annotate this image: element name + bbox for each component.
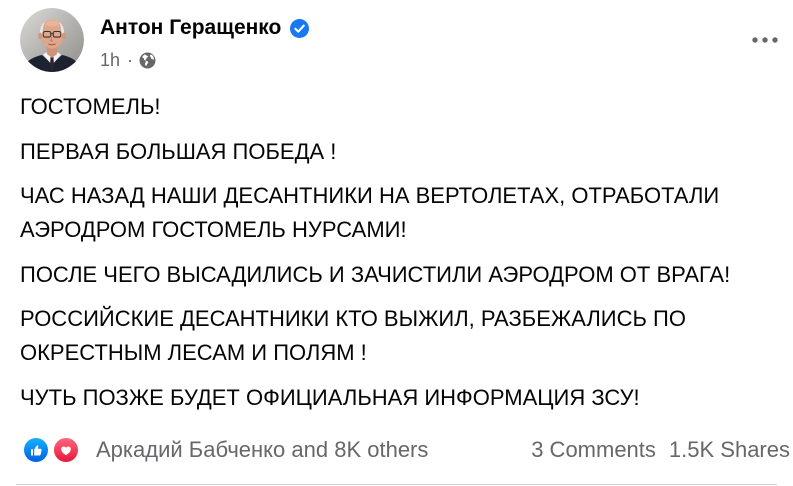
text-line: ПОСЛЕ ЧЕГО ВЫСАДИЛИСЬ И ЗАЧИСТИЛИ АЭРОДР… (20, 261, 731, 287)
text-line: ГОСТОМЕЛЬ! (20, 94, 161, 119)
text-line: РОССИЙСКИЕ ДЕСАНТНИКИ КТО ВЫЖИЛ, РАЗБЕЖА… (20, 306, 686, 331)
more-horizontal-icon (752, 37, 778, 43)
paragraph: ПОСЛЕ ЧЕГО ВЫСАДИЛИСЬ И ЗАЧИСТИЛИ АЭРОДР… (20, 258, 730, 292)
post-timestamp[interactable]: 1h (100, 48, 120, 72)
facebook-post: Антон Геращенко 1h · ГОСТОМЕЛЬ! ПЕРВАЯ Б… (0, 0, 793, 486)
text-line: ЧУТЬ ПОЗЖЕ БУДЕТ ОФИЦИАЛЬНАЯ ИНФОРМАЦИЯ … (20, 384, 640, 410)
text-line: АЭРОДРОМ ГОСТОМЕЛЬ НУРСАМИ! (20, 217, 407, 242)
author-row: Антон Геращенко (100, 12, 310, 44)
shares-count[interactable]: 1.5K Shares (669, 436, 790, 464)
comments-count[interactable]: 3 Comments (531, 436, 656, 464)
post-body: ГОСТОМЕЛЬ! ПЕРВАЯ БОЛЬШАЯ ПОБЕДА ! ЧАС Н… (20, 90, 730, 425)
verified-badge-icon (290, 18, 310, 38)
author-name[interactable]: Антон Геращенко (100, 12, 281, 44)
paragraph: ЧУТЬ ПОЗЖЕ БУДЕТ ОФИЦИАЛЬНАЯ ИНФОРМАЦИЯ … (20, 381, 730, 415)
meta-separator: · (127, 50, 134, 70)
text-line: ОКРЕСТНЫМ ЛЕСАМ И ПОЛЯМ ! (20, 340, 367, 365)
post-header: Антон Геращенко 1h · (100, 12, 310, 72)
post-meta: 1h · (100, 48, 309, 72)
author-avatar[interactable] (20, 8, 84, 72)
reactions-summary[interactable]: Аркадий Бабченко and 8K others (22, 436, 428, 464)
paragraph: РОССИЙСКИЕ ДЕСАНТНИКИ КТО ВЫЖИЛ, РАЗБЕЖА… (20, 302, 730, 370)
more-options-button[interactable] (750, 28, 780, 52)
text-line: ЧАС НАЗАД НАШИ ДЕСАНТНИКИ НА ВЕРТОЛЕТАХ,… (20, 183, 720, 208)
love-icon[interactable] (52, 436, 80, 464)
reactions-text[interactable]: Аркадий Бабченко and 8K others (96, 436, 428, 464)
paragraph: ЧАС НАЗАД НАШИ ДЕСАНТНИКИ НА ВЕРТОЛЕТАХ,… (20, 179, 730, 247)
paragraph: ПЕРВАЯ БОЛЬШАЯ ПОБЕДА ! (20, 135, 730, 169)
divider (16, 484, 777, 485)
text-line: ПЕРВАЯ БОЛЬШАЯ ПОБЕДА ! (20, 138, 337, 164)
globe-icon (139, 52, 156, 69)
like-icon[interactable] (22, 436, 50, 464)
engagement-counts: 3 Comments 1.5K Shares (531, 436, 790, 464)
paragraph: ГОСТОМЕЛЬ! (20, 90, 730, 124)
